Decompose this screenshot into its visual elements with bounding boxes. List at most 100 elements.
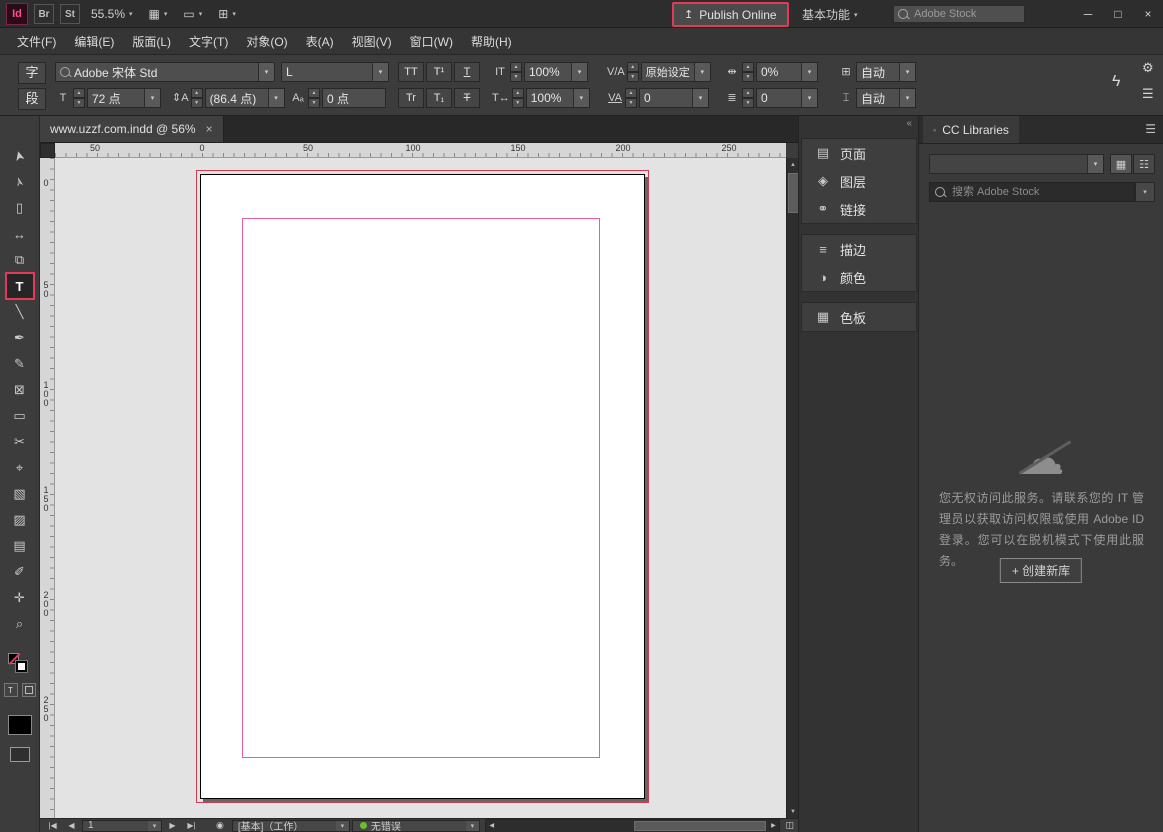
chevron-down-icon[interactable]: ▾: [899, 89, 915, 107]
proportional-spacing-stepper[interactable]: ▲ ▼: [742, 62, 754, 82]
preflight-status-dropdown[interactable]: 无错误 ▾: [352, 820, 480, 832]
strikethrough-button[interactable]: T: [454, 88, 480, 108]
view-options-dropdown[interactable]: ▦ ▾: [144, 5, 173, 23]
adobe-stock-search-input[interactable]: [912, 7, 1058, 21]
screen-mode-dropdown[interactable]: ▭ ▾: [178, 5, 207, 23]
small-caps-button[interactable]: Tr: [398, 88, 424, 108]
menu-item[interactable]: 窗口(W): [401, 29, 462, 54]
chevron-down-icon[interactable]: ▾: [336, 821, 349, 831]
chevron-down-icon[interactable]: ▾: [258, 63, 274, 81]
split-layout-button[interactable]: ◫: [785, 820, 794, 831]
menu-item[interactable]: 视图(V): [343, 29, 401, 54]
superscript-button[interactable]: T¹: [426, 62, 452, 82]
chevron-down-icon[interactable]: ▾: [466, 821, 479, 831]
fill-color-swatch[interactable]: [8, 715, 32, 735]
hand-tool[interactable]: ✛: [6, 585, 34, 611]
line-tool[interactable]: ╲: [6, 299, 34, 325]
chevron-down-icon[interactable]: ▾: [571, 63, 587, 81]
chevron-down-icon[interactable]: ▾: [801, 63, 817, 81]
menu-item[interactable]: 文件(F): [8, 29, 65, 54]
quick-apply-icon[interactable]: ϟ: [1112, 73, 1120, 91]
vertical-scale-field[interactable]: 100% ▾: [524, 62, 588, 82]
library-select-dropdown[interactable]: ▾: [929, 154, 1104, 174]
grid-align-stepper[interactable]: ▲ ▼: [742, 88, 754, 108]
menu-item[interactable]: 文字(T): [180, 29, 237, 54]
collapse-panels-icon[interactable]: «: [906, 118, 912, 129]
preflight-icon[interactable]: ◉: [216, 820, 224, 831]
pages-panel-button[interactable]: ▤ 页面: [802, 139, 916, 167]
font-style-combo[interactable]: L ▾: [281, 62, 389, 82]
grid-view-button[interactable]: ▦: [1110, 154, 1132, 174]
kerning-stepper[interactable]: ▲ ▼: [627, 62, 639, 82]
font-size-field[interactable]: 72 点 ▾: [87, 88, 161, 108]
chevron-down-icon[interactable]: ▾: [144, 89, 160, 107]
close-button[interactable]: ×: [1133, 0, 1163, 28]
stock-button[interactable]: St: [60, 4, 80, 24]
menu-item[interactable]: 编辑(E): [65, 29, 123, 54]
gradient-swatch-tool[interactable]: ▧: [6, 481, 34, 507]
screen-mode-button[interactable]: [10, 747, 30, 762]
grid-align-field[interactable]: 0 ▾: [756, 88, 818, 108]
color-panel-button[interactable]: ◑ 颜色: [802, 263, 916, 291]
menu-item[interactable]: 对象(O): [237, 29, 296, 54]
proportional-spacing-field[interactable]: 0% ▾: [756, 62, 818, 82]
baseline-shift-stepper[interactable]: ▲ ▼: [308, 88, 320, 108]
font-family-combo[interactable]: Adobe 宋体 Std ▾: [55, 62, 275, 82]
grid-count-field[interactable]: 自动 ▾: [856, 62, 916, 82]
chevron-down-icon[interactable]: ▾: [692, 89, 708, 107]
underline-button[interactable]: T: [454, 62, 480, 82]
selection-tool[interactable]: ➤: [6, 143, 34, 169]
stroke-panel-button[interactable]: ≡ 描边: [802, 235, 916, 263]
bridge-button[interactable]: Br: [34, 4, 54, 24]
gear-icon[interactable]: ⚙: [1142, 60, 1154, 76]
rectangle-frame-tool[interactable]: ⊠: [6, 377, 34, 403]
create-new-library-button[interactable]: + 创建新库: [1000, 558, 1082, 583]
minimize-button[interactable]: ─: [1073, 0, 1103, 28]
scrollbar-track[interactable]: [498, 820, 768, 832]
all-caps-button[interactable]: TT: [398, 62, 424, 82]
chevron-down-icon[interactable]: ▾: [899, 63, 915, 81]
layers-panel-button[interactable]: ◈ 图层: [802, 167, 916, 195]
apply-to-container-toggle[interactable]: [22, 683, 36, 697]
tracking-stepper[interactable]: ▲ ▼: [625, 88, 637, 108]
pencil-tool[interactable]: ✎: [6, 351, 34, 377]
page-tool[interactable]: ▯: [6, 195, 34, 221]
document-page[interactable]: [200, 174, 645, 799]
character-formatting-tab[interactable]: 字: [18, 62, 46, 84]
gap-tool[interactable]: ↔: [6, 221, 34, 247]
free-transform-tool[interactable]: ⌖: [6, 455, 34, 481]
stepper-up-icon[interactable]: ▲: [510, 62, 522, 72]
workspace-switcher-dropdown[interactable]: 基本功能 ▾: [797, 4, 863, 25]
chevron-down-icon[interactable]: ▾: [268, 89, 284, 107]
ruler-origin-corner[interactable]: [40, 143, 55, 158]
content-collector-tool[interactable]: ⧉: [6, 247, 34, 273]
kerning-field[interactable]: 原始设定 ▾: [641, 62, 711, 82]
scrollbar-thumb[interactable]: [634, 821, 766, 831]
preflight-profile-dropdown[interactable]: [基本]（工作） ▾: [232, 820, 350, 832]
swatches-panel-button[interactable]: ▦ 色板: [802, 303, 916, 331]
pen-tool[interactable]: ✒: [6, 325, 34, 351]
horizontal-scale-field[interactable]: 100% ▾: [526, 88, 590, 108]
publish-online-button[interactable]: ↥ Publish Online: [672, 2, 789, 27]
next-page-button[interactable]: ▶: [164, 821, 181, 830]
menu-item[interactable]: 版面(L): [123, 29, 180, 54]
document-tab[interactable]: www.uzzf.com.indd @ 56% ×: [40, 116, 224, 142]
chevron-down-icon[interactable]: ▾: [1087, 155, 1103, 173]
apply-to-text-toggle[interactable]: T: [4, 683, 18, 697]
note-tool[interactable]: ▤: [6, 533, 34, 559]
scroll-left-icon[interactable]: ◀: [486, 822, 498, 829]
stepper-down-icon[interactable]: ▼: [510, 72, 522, 82]
leading-stepper[interactable]: ▲ ▼: [191, 88, 203, 108]
vertical-ruler[interactable]: 050100150200250: [40, 158, 55, 818]
char-align-field[interactable]: 自动 ▾: [856, 88, 916, 108]
vertical-scrollbar[interactable]: ▲ ▼: [786, 158, 798, 818]
eyedropper-tool[interactable]: ✐: [6, 559, 34, 585]
first-page-button[interactable]: |◀: [44, 821, 61, 830]
stroke-proxy-icon[interactable]: [16, 661, 27, 672]
horizontal-scrollbar[interactable]: ◀ ▶: [485, 819, 781, 832]
previous-page-button[interactable]: ◀: [63, 821, 80, 830]
scroll-right-icon[interactable]: ▶: [767, 822, 779, 829]
rectangle-tool[interactable]: ▭: [6, 403, 34, 429]
cc-search-input[interactable]: [950, 185, 1129, 199]
gradient-feather-tool[interactable]: ▨: [6, 507, 34, 533]
